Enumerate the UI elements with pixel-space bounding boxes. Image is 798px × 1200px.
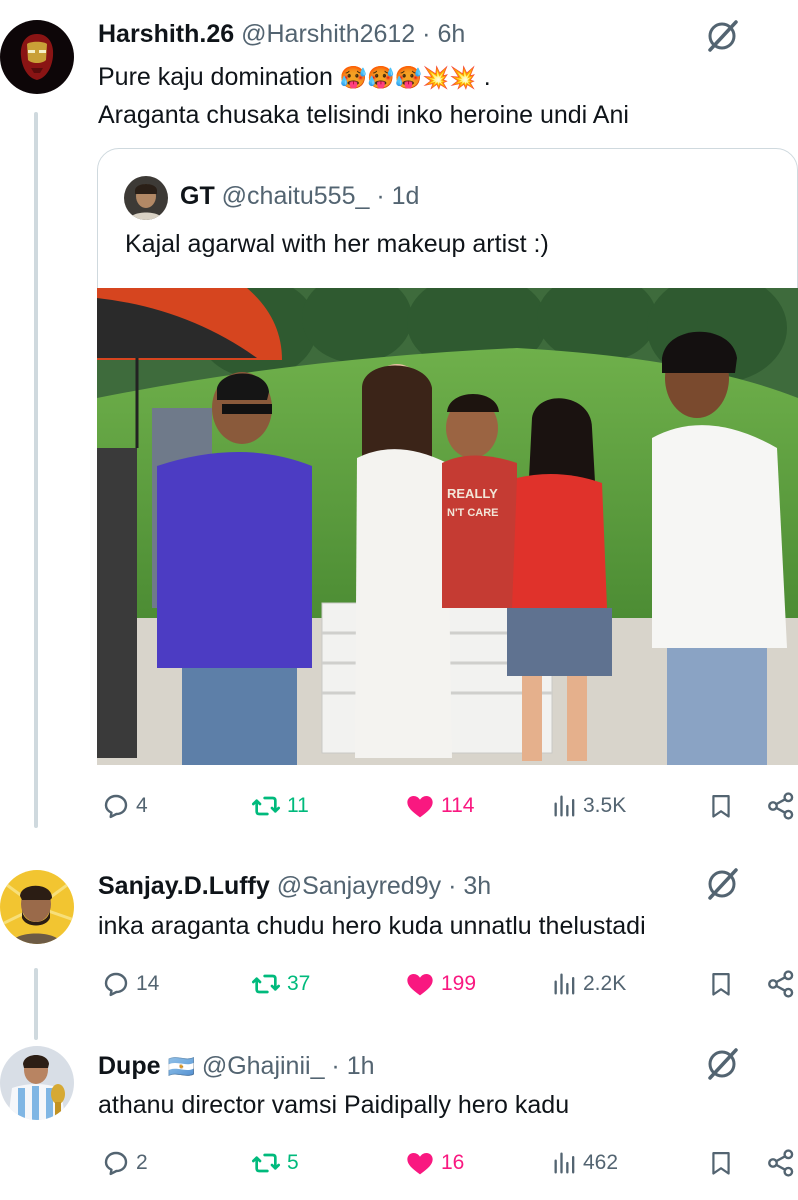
quoted-user-handle[interactable]: @chaitu555_: [222, 182, 370, 210]
reply-count: 14: [136, 972, 160, 995]
heart-icon: [407, 1153, 433, 1175]
tweet-harshith[interactable]: Harshith.26 @Harshith2612 · 6h Pure kaju…: [0, 0, 798, 840]
timestamp[interactable]: 6h: [437, 20, 465, 48]
reply-icon: [104, 972, 128, 997]
repost-button[interactable]: 11: [249, 786, 309, 826]
iron-man-mask-icon[interactable]: [0, 20, 74, 94]
repost-icon: [252, 974, 280, 994]
tweet-header: Dupe 🇦🇷 @Ghajinii_ · 1h: [98, 1050, 375, 1084]
repost-button[interactable]: 37: [249, 964, 310, 1004]
like-button[interactable]: 114: [403, 786, 474, 826]
quoted-tweet-text: Kajal agarwal with her makeup artist :): [125, 230, 549, 258]
display-name[interactable]: Harshith.26: [98, 20, 234, 48]
bookmark-button[interactable]: [707, 1143, 735, 1183]
tweet-text: athanu director vamsi Paidipally hero ka…: [98, 1091, 570, 1119]
svg-text:REALLY: REALLY: [447, 486, 498, 501]
tweet-actions: 14 37 199 2.2K: [97, 964, 798, 1004]
grok-icon[interactable]: [704, 866, 740, 902]
tweet-text: inka araganta chudu hero kuda unnatlu th…: [98, 912, 646, 940]
view-count: 462: [583, 1151, 619, 1174]
bookmark-icon: [712, 972, 730, 996]
views-button[interactable]: 3.5K: [551, 786, 626, 826]
bookmark-icon: [712, 794, 730, 818]
separator-dot: ·: [376, 182, 385, 210]
bookmark-button[interactable]: [707, 964, 735, 1004]
repost-count: 5: [287, 1151, 299, 1174]
grok-icon[interactable]: [704, 1046, 740, 1082]
argentina-flag-icon: 🇦🇷: [167, 1055, 195, 1080]
reply-count: 4: [136, 794, 148, 817]
footballer-with-trophy-avatar-icon[interactable]: [0, 1046, 74, 1120]
user-handle[interactable]: @Harshith2612: [241, 20, 415, 48]
quoted-tweet-header: GT @chaitu555_ · 1d: [180, 180, 419, 212]
like-count: 199: [441, 972, 477, 995]
quoted-tweet-photo[interactable]: REALLY N'T CARE: [97, 288, 798, 765]
timestamp[interactable]: 1h: [347, 1052, 375, 1080]
views-button[interactable]: 2.2K: [551, 964, 626, 1004]
separator-dot: ·: [422, 20, 431, 48]
separator-dot: ·: [448, 872, 457, 900]
analytics-icon: [554, 1152, 575, 1174]
reply-button[interactable]: 2: [100, 1143, 148, 1183]
svg-text:N'T CARE: N'T CARE: [447, 507, 499, 519]
bookmark-icon: [712, 1151, 730, 1175]
tweet-text-line-end: .: [483, 63, 491, 91]
share-button[interactable]: [765, 1143, 797, 1183]
share-icon: [768, 792, 794, 820]
quoted-display-name[interactable]: GT: [180, 182, 215, 210]
emoji-hot-face-icon: 🥵🥵🥵💥💥: [339, 66, 477, 91]
tweet-text-line: Araganta chusaka telisindi inko heroine …: [98, 101, 629, 129]
reply-button[interactable]: 14: [100, 964, 159, 1004]
tweet-actions: 2 5 16 462: [97, 1143, 798, 1183]
like-count: 114: [441, 794, 475, 817]
repost-icon: [252, 1153, 280, 1173]
reply-count: 2: [136, 1151, 148, 1174]
share-button[interactable]: [765, 786, 797, 826]
reply-icon: [104, 1151, 128, 1176]
like-count: 16: [441, 1151, 465, 1174]
display-name[interactable]: Dupe: [98, 1052, 161, 1080]
timestamp[interactable]: 3h: [463, 872, 491, 900]
analytics-icon: [554, 973, 575, 995]
bookmark-button[interactable]: [707, 786, 735, 826]
repost-icon: [252, 796, 280, 816]
repost-count: 37: [287, 972, 311, 995]
share-icon: [768, 1149, 794, 1177]
separator-dot: ·: [331, 1052, 340, 1080]
share-icon: [768, 970, 794, 998]
user-handle[interactable]: @Ghajinii_: [202, 1052, 325, 1080]
tweet-actions: 4 11 114 3.5K: [97, 786, 798, 826]
heart-icon: [407, 796, 433, 818]
like-button[interactable]: 16: [403, 1143, 464, 1183]
reply-icon: [104, 794, 128, 819]
bearded-man-avatar-icon[interactable]: [0, 870, 74, 944]
repost-button[interactable]: 5: [249, 1143, 299, 1183]
reply-button[interactable]: 4: [100, 786, 148, 826]
tweet-text: Pure kaju domination 🥵🥵🥵💥💥 .: [98, 61, 491, 95]
view-count: 3.5K: [583, 794, 627, 817]
quoted-user-avatar[interactable]: [124, 176, 168, 220]
grok-icon[interactable]: [704, 18, 740, 54]
tweet-text-line: Pure kaju domination: [98, 63, 333, 91]
view-count: 2.2K: [583, 972, 627, 995]
quoted-timestamp[interactable]: 1d: [392, 182, 420, 210]
tweet-dupe[interactable]: Dupe 🇦🇷 @Ghajinii_ · 1h athanu director …: [0, 1040, 798, 1200]
display-name[interactable]: Sanjay.D.Luffy: [98, 872, 270, 900]
tweet-header: Harshith.26 @Harshith2612 · 6h: [98, 18, 465, 50]
tweet-sanjay[interactable]: Sanjay.D.Luffy @Sanjayred9y · 3h inka ar…: [0, 840, 798, 1040]
views-button[interactable]: 462: [551, 1143, 618, 1183]
share-button[interactable]: [765, 964, 797, 1004]
heart-icon: [407, 974, 433, 996]
repost-count: 11: [287, 794, 309, 817]
user-handle[interactable]: @Sanjayred9y: [277, 872, 441, 900]
analytics-icon: [554, 795, 575, 817]
like-button[interactable]: 199: [403, 964, 476, 1004]
tweet-header: Sanjay.D.Luffy @Sanjayred9y · 3h: [98, 870, 491, 902]
